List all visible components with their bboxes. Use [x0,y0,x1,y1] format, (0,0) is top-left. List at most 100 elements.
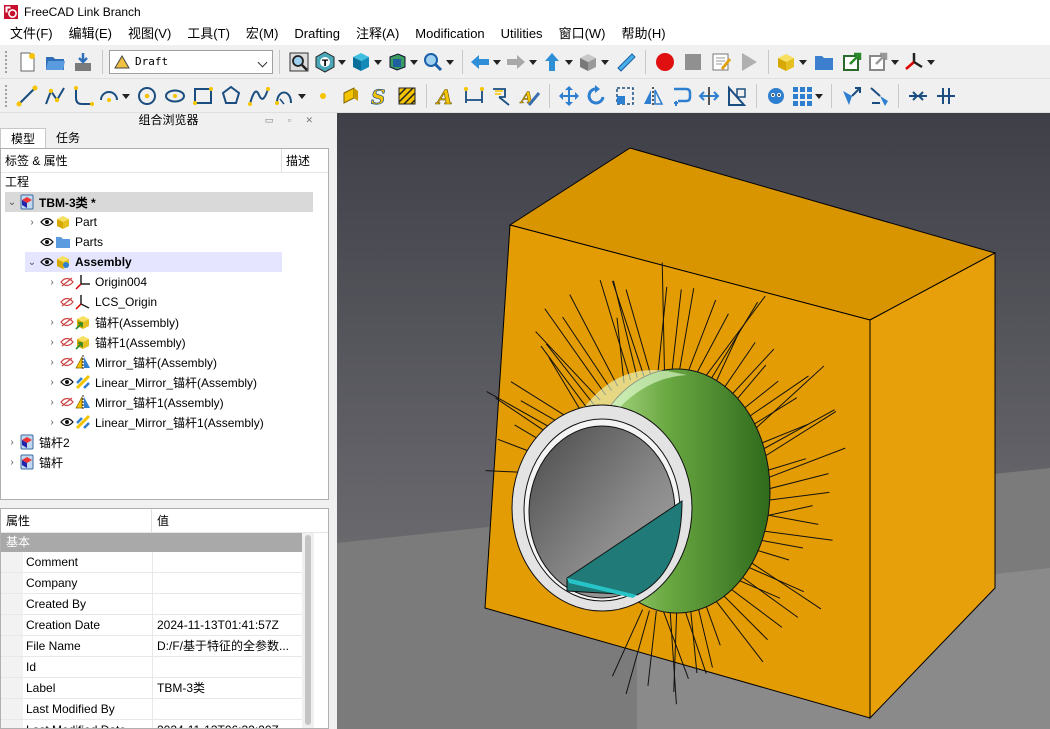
move-tool-button[interactable] [556,83,582,109]
property-row[interactable]: File Name D:/F/基于特征的全参数... [1,636,302,657]
array-tool-button[interactable] [791,83,825,109]
scrollbar-thumb[interactable] [305,535,311,725]
property-row[interactable]: Company [1,573,302,594]
tree-header-label[interactable]: 标签 & 属性 [1,148,282,173]
collapse-arrow-icon[interactable]: ⌄ [25,257,39,268]
tree-item-mirror-anchor1[interactable]: › Mirror_锚杆1(Assembly) [45,392,224,412]
draw-style-button[interactable]: T [314,49,348,75]
text-tool-button[interactable]: A [433,83,459,109]
expand-arrow-icon[interactable]: › [5,437,19,448]
workbench-selector[interactable]: Draft [109,49,273,74]
tree-item-document[interactable]: ⌄ TBM-3类 * [5,192,313,212]
fit-all-button[interactable] [286,49,312,75]
up-button[interactable] [541,49,575,75]
point-tool-button[interactable] [310,83,336,109]
tree-item-linear-mirror-anchor1[interactable]: › Linear_Mirror_锚杆1(Assembly) [45,412,264,432]
save-button[interactable] [70,49,96,75]
property-column-header[interactable]: 属性 [1,509,152,533]
standard-views-button[interactable] [350,49,384,75]
tree-item-origin[interactable]: › Origin004 [45,272,147,292]
value-column-header[interactable]: 值 [152,509,169,533]
dock-buttons[interactable]: ▭ ▫ ✕ [265,113,319,127]
part-view-button[interactable] [577,49,611,75]
menu-annotation[interactable]: 注释(A) [348,23,407,45]
downgrade-tool-button[interactable] [866,83,892,109]
property-row[interactable]: Last Modified Date2024-11-13T06:32:20Z [1,720,302,728]
facebinder-tool-button[interactable] [338,83,364,109]
create-part-button[interactable] [775,49,809,75]
stretch-tool-button[interactable] [696,83,722,109]
tree-item-mirror-anchor[interactable]: › Mirror_锚杆(Assembly) [45,352,217,372]
wire-tool-button[interactable] [42,83,68,109]
menu-help[interactable]: 帮助(H) [614,23,674,45]
curve-tool-button[interactable] [274,83,308,109]
bspline-tool-button[interactable] [246,83,272,109]
visible-eye-icon[interactable] [39,235,55,249]
tree-item-lcs-origin[interactable]: LCS_Origin [45,292,157,312]
menu-view[interactable]: 视图(V) [120,23,179,45]
forward-button[interactable] [505,49,539,75]
scale-tool-button[interactable] [612,83,638,109]
property-row[interactable]: Created By [1,594,302,615]
label-tool-button[interactable] [489,83,515,109]
bounding-box-button[interactable] [386,49,420,75]
link-actions-button[interactable] [867,49,901,75]
expand-arrow-icon[interactable]: › [45,417,59,428]
run-macro-button[interactable] [736,49,762,75]
expand-arrow-icon[interactable]: › [45,357,59,368]
measure-button[interactable] [613,49,639,75]
stop-macro-button[interactable] [680,49,706,75]
property-row[interactable]: Label TBM-3类 [1,678,302,699]
tree-item-anchor1-assembly[interactable]: › 锚杆1(Assembly) [45,332,186,352]
menu-drafting[interactable]: Drafting [286,23,348,45]
hidden-eye-icon[interactable] [59,315,75,329]
menu-macro[interactable]: 宏(M) [238,23,287,45]
annotation-style-button[interactable]: A [517,83,543,109]
tree-header-description[interactable]: 描述 [282,152,310,169]
hidden-eye-icon[interactable] [59,295,75,309]
visible-eye-icon[interactable] [59,415,75,429]
expand-arrow-icon[interactable]: › [25,217,39,228]
arc-tool-button[interactable] [98,83,132,109]
create-group-button[interactable] [811,49,837,75]
coordinate-system-button[interactable] [903,49,937,75]
hidden-eye-icon[interactable] [59,395,75,409]
polygon-tool-button[interactable] [218,83,244,109]
property-row[interactable]: Creation Date 2024-11-13T01:41:57Z [1,615,302,636]
tree-item-linear-mirror-anchor[interactable]: › Linear_Mirror_锚杆(Assembly) [45,372,257,392]
open-button[interactable] [42,49,68,75]
menu-utilities[interactable]: Utilities [493,23,551,45]
split-tool-button[interactable] [933,83,959,109]
expand-arrow-icon[interactable]: › [45,397,59,408]
tree-item-anchor-assembly[interactable]: › 锚杆(Assembly) [45,312,179,332]
rotate-tool-button[interactable] [584,83,610,109]
expand-arrow-icon[interactable]: › [45,377,59,388]
edit-macro-button[interactable] [708,49,734,75]
menu-modification[interactable]: Modification [407,23,492,45]
visible-eye-icon[interactable] [39,215,55,229]
expand-arrow-icon[interactable]: › [45,337,59,348]
tree-item-assembly[interactable]: ⌄ Assembly [25,252,282,272]
draft-to-sketch-button[interactable] [724,83,750,109]
hidden-eye-icon[interactable] [59,335,75,349]
upgrade-tool-button[interactable] [838,83,864,109]
property-group-basic[interactable]: 基本 [1,533,302,552]
menu-window[interactable]: 窗口(W) [551,23,614,45]
dimension-tool-button[interactable] [461,83,487,109]
property-scrollbar[interactable] [302,533,314,728]
property-row[interactable]: Last Modified By [1,699,302,720]
property-row[interactable]: Comment [1,552,302,573]
tree-item-part[interactable]: › Part [25,212,97,232]
hidden-eye-icon[interactable] [59,275,75,289]
zoom-button[interactable] [422,49,456,75]
record-macro-button[interactable] [652,49,678,75]
clone-tool-button[interactable] [763,83,789,109]
ellipse-tool-button[interactable] [162,83,188,109]
mirror-tool-button[interactable] [640,83,666,109]
hidden-eye-icon[interactable] [59,355,75,369]
tree-item-parts[interactable]: Parts [25,232,103,252]
expand-arrow-icon[interactable]: › [45,277,59,288]
tab-tasks[interactable]: 任务 [46,128,90,148]
expand-arrow-icon[interactable]: › [5,457,19,468]
tree-item-anchor-document[interactable]: › 锚杆 [5,452,63,472]
